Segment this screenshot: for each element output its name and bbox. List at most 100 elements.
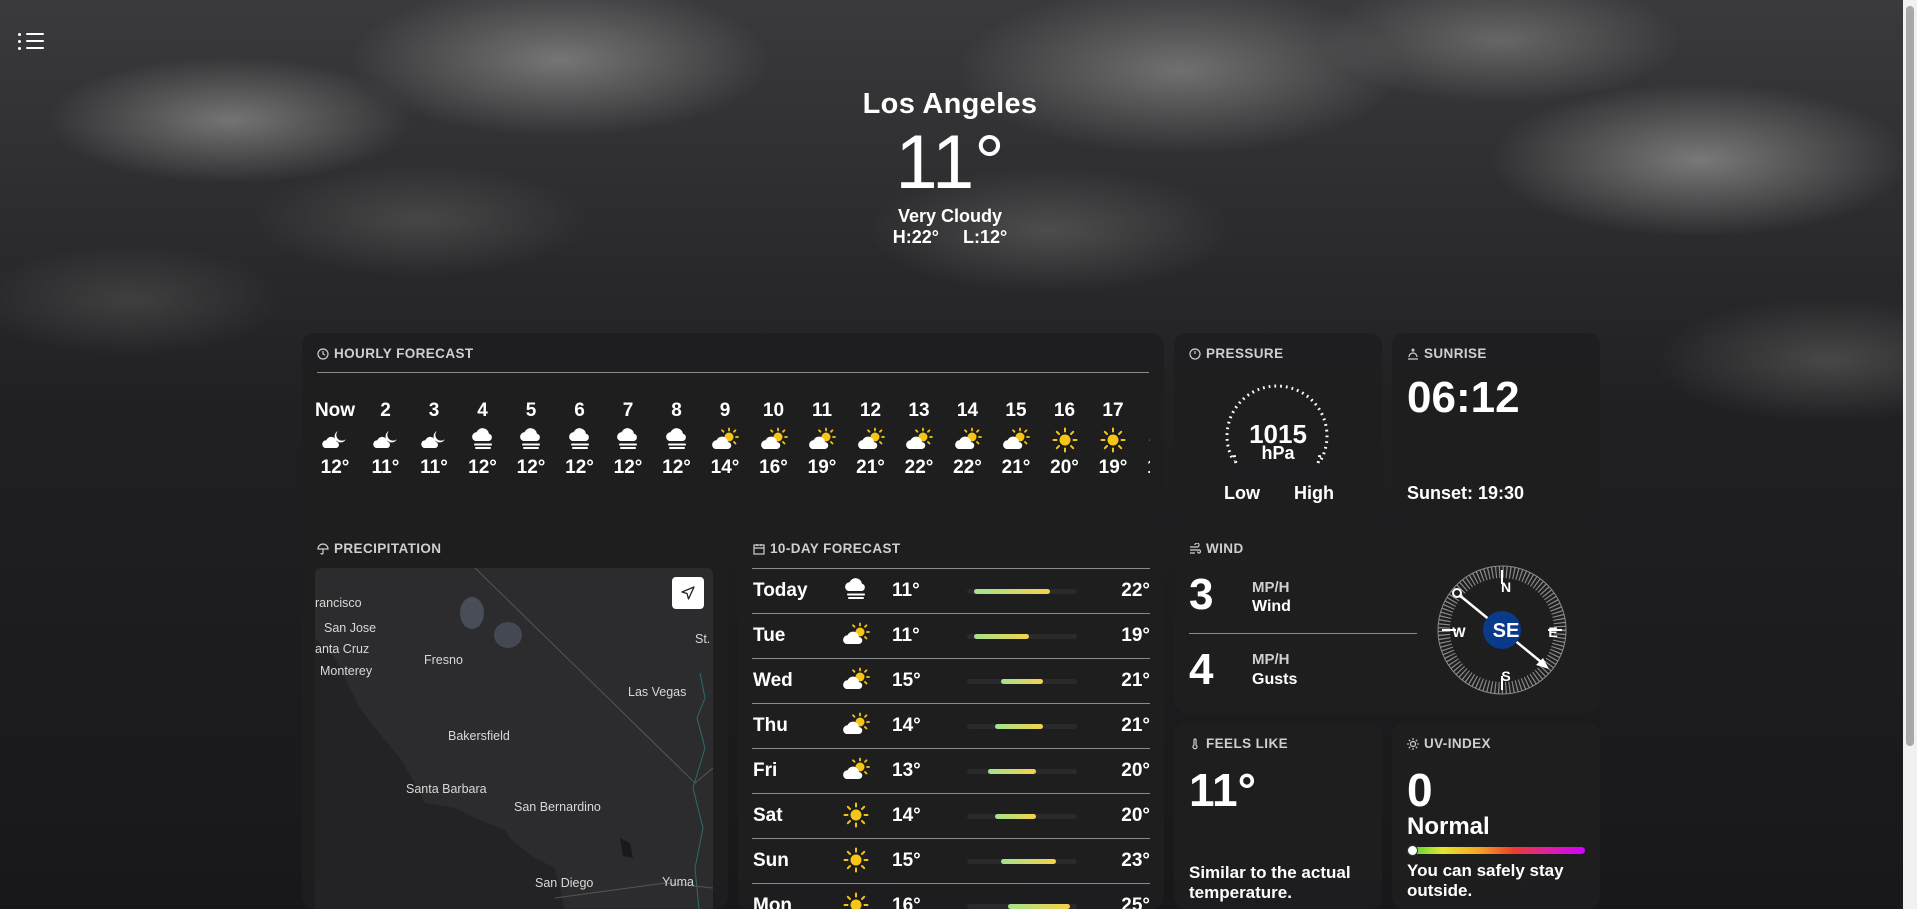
- pressure-card: PRESSURE 1015 hPa Low High: [1174, 333, 1382, 518]
- day-high: 25°: [1121, 895, 1150, 909]
- precipitation-map[interactable]: rancisco San Jose anta Cruz Monterey Fre…: [315, 568, 713, 909]
- day-high: 21°: [1121, 715, 1150, 736]
- hour-item: 4 12°: [460, 400, 506, 479]
- map-label: Las Vegas: [628, 685, 687, 699]
- precipitation-card: PRECIPITATION rancisco San Jose anta Cru…: [302, 528, 728, 909]
- uv-value: 0: [1407, 764, 1433, 816]
- current-weather: Los Angeles 11° Very Cloudy H:22° L:12°: [0, 88, 1900, 248]
- hour-item: 2 11°: [363, 400, 409, 479]
- umbrella-icon: [317, 542, 329, 555]
- wind-speed-label: Wind: [1252, 598, 1291, 615]
- hour-item: 11 19°: [799, 400, 845, 479]
- day-row[interactable]: Mon 16° 25°: [752, 883, 1150, 909]
- sunrise-time: 06:12: [1407, 373, 1520, 422]
- hour-label: 8: [671, 400, 682, 421]
- day-low: 15°: [892, 850, 921, 871]
- hour-label: 11: [811, 400, 833, 421]
- hour-label: 2: [380, 400, 391, 421]
- hour-label: 12: [859, 400, 882, 421]
- hour-temp: 14°: [710, 457, 740, 478]
- day-name: Thu: [753, 715, 788, 736]
- day-row[interactable]: Sat 14° 20°: [752, 793, 1150, 838]
- map-label: San Bernardino: [514, 800, 601, 814]
- partly-cloudy-day-icon: [842, 712, 870, 738]
- high-temp: H:22°: [892, 227, 939, 247]
- hour-temp: 11°: [420, 457, 448, 478]
- partly-cloudy-day-icon: [842, 667, 870, 693]
- fog-icon: [605, 427, 651, 453]
- partly-cloudy-night-icon: [363, 427, 409, 453]
- hourly-title: HOURLY FORECAST: [317, 346, 474, 361]
- page-scrollbar[interactable]: [1903, 0, 1917, 909]
- feels-like-card: FEELS LIKE 11° Similar to the actual tem…: [1174, 723, 1382, 909]
- day-row[interactable]: Tue 11° 19°: [752, 613, 1150, 658]
- day-high: 23°: [1121, 850, 1150, 871]
- hour-temp: 19°: [1098, 457, 1128, 478]
- hourly-list[interactable]: Now 12° 2 11° 3 11° 4 12° 5 12° 6 12° 7 12° 8 12° 9 14° 10…: [314, 400, 1150, 515]
- hour-item: 17 19°: [1090, 400, 1136, 479]
- locate-button[interactable]: [672, 577, 704, 609]
- temp-range-bar: [1001, 679, 1043, 684]
- hour-temp: 11°: [371, 457, 400, 478]
- partly-cloudy-day-icon: [993, 427, 1039, 453]
- hour-item: 3 11°: [411, 400, 457, 479]
- day-row[interactable]: Sun 15° 23°: [752, 838, 1150, 883]
- partly-cloudy-night-icon: [314, 427, 358, 453]
- day-row[interactable]: Wed 15° 21°: [752, 658, 1150, 703]
- temp-range-track: [967, 634, 1077, 639]
- hour-label: 18: [1139, 400, 1151, 422]
- day-row[interactable]: Thu 14° 21°: [752, 703, 1150, 748]
- compass-s: S: [1501, 668, 1511, 684]
- sun-icon: [842, 892, 870, 909]
- hour-temp: 19°: [807, 457, 837, 478]
- sun-icon: [842, 802, 870, 828]
- sun-small-icon: [1407, 737, 1419, 750]
- sun-icon: [1139, 427, 1150, 453]
- sun-icon: [842, 847, 870, 873]
- hour-item: 18 18°: [1139, 400, 1151, 479]
- hour-temp: 16°: [759, 457, 788, 478]
- hour-temp: 12°: [516, 457, 546, 478]
- wind-card: WIND 3 MP/H Wind 4 MP/H Gusts SE N S W E: [1174, 528, 1600, 713]
- temp-range-track: [967, 904, 1077, 909]
- scroll-thumb[interactable]: [1906, 6, 1914, 746]
- map-label: anta Cruz: [315, 642, 370, 656]
- hour-label: 4: [477, 400, 488, 421]
- hour-label: 14: [956, 400, 979, 421]
- feels-like-title: FEELS LIKE: [1189, 736, 1288, 751]
- temp-range-bar: [994, 724, 1043, 729]
- hour-temp: 12°: [468, 457, 497, 478]
- uv-indicator: [1407, 845, 1418, 856]
- gauge-icon: [1189, 347, 1201, 360]
- day-low: 11°: [892, 625, 920, 646]
- day-low: 14°: [892, 805, 921, 826]
- hour-label: 5: [525, 400, 537, 421]
- hour-item: Now 12°: [314, 400, 358, 479]
- temp-range-track: [967, 769, 1077, 774]
- hour-label: 15: [1005, 400, 1027, 421]
- day-high: 19°: [1121, 625, 1150, 646]
- hour-item: 16 20°: [1042, 400, 1088, 479]
- day-low: 16°: [892, 895, 921, 909]
- fog-icon: [460, 427, 506, 453]
- hour-item: 7 12°: [605, 400, 651, 479]
- day-row[interactable]: Today 11° 22°: [752, 568, 1150, 613]
- day-name: Tue: [753, 625, 786, 646]
- menu-list-icon[interactable]: [18, 30, 46, 52]
- hour-item: 14 22°: [945, 400, 991, 479]
- hour-temp: 22°: [904, 457, 934, 478]
- hour-item: 5 12°: [508, 400, 554, 479]
- hour-label: 17: [1102, 400, 1124, 421]
- map-label: Fresno: [424, 653, 463, 667]
- hour-temp: 22°: [953, 457, 982, 478]
- sunset-time: Sunset: 19:30: [1407, 483, 1525, 503]
- sun-icon: [1090, 427, 1136, 453]
- hour-item: 6 12°: [557, 400, 603, 479]
- uv-scale-bar: [1407, 847, 1585, 854]
- day-row[interactable]: Fri 13° 20°: [752, 748, 1150, 793]
- partly-cloudy-day-icon: [799, 427, 845, 453]
- compass-w: W: [1452, 624, 1466, 640]
- map-terrain: [315, 568, 713, 909]
- calendar-icon: [753, 543, 765, 555]
- ten-day-title: 10-DAY FORECAST: [753, 541, 901, 556]
